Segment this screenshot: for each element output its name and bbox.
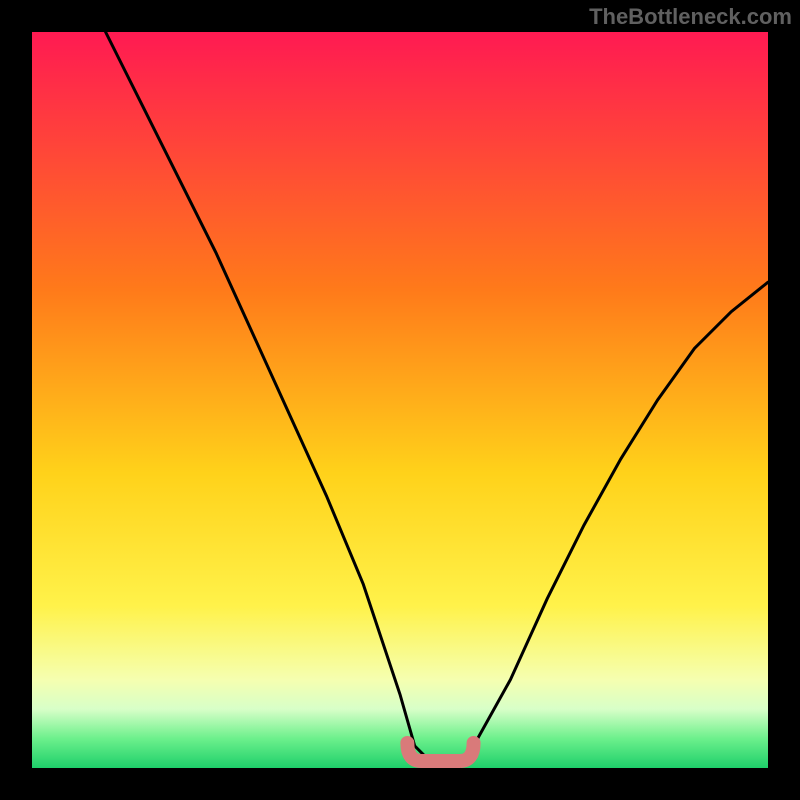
bottleneck-chart	[0, 0, 800, 800]
chart-svg	[0, 0, 800, 800]
watermark-text: TheBottleneck.com	[589, 4, 792, 30]
